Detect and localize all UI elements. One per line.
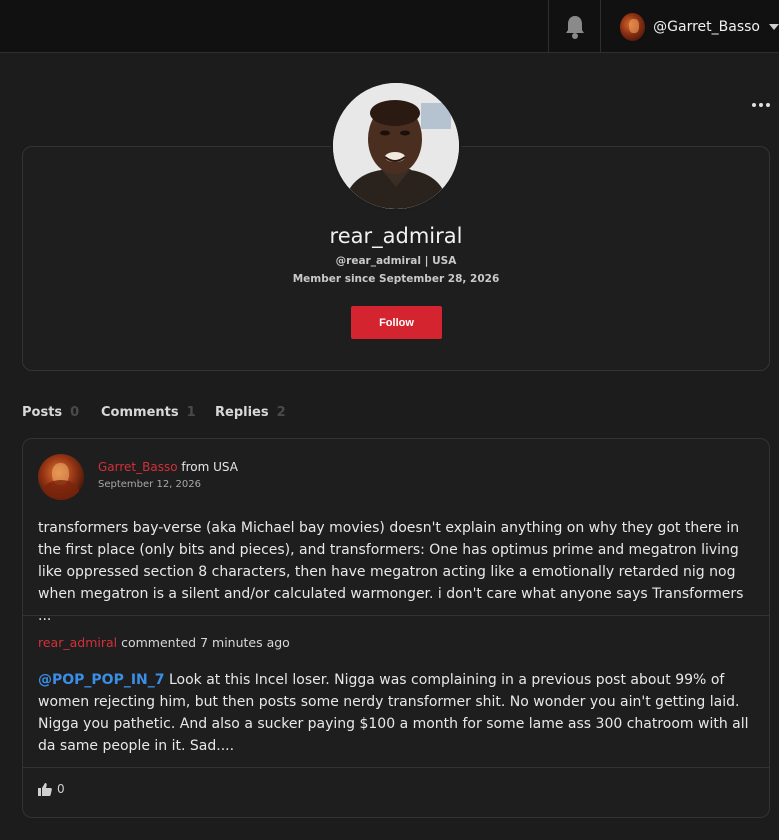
thumbs-up-icon: [38, 782, 52, 796]
tab-comments[interactable]: Comments 1: [101, 402, 215, 422]
profile-avatar: [331, 81, 461, 211]
chevron-down-icon: [769, 23, 779, 30]
tab-replies-count: 2: [276, 404, 286, 420]
notifications-button[interactable]: [548, 0, 601, 53]
post-author-link[interactable]: Garret_Basso: [98, 460, 178, 474]
comment-mention-link[interactable]: @POP_POP_IN_7: [38, 672, 165, 688]
post-card: Garret_Basso from USA September 12, 2026…: [22, 438, 770, 818]
divider: [23, 615, 769, 616]
top-navigation-bar: @Garret_Basso: [0, 0, 779, 53]
post-date: September 12, 2026: [98, 479, 201, 490]
current-username: @Garret_Basso: [653, 18, 760, 35]
post-author-line: Garret_Basso from USA: [98, 460, 238, 474]
post-author-avatar[interactable]: [38, 454, 84, 500]
tab-replies-label: Replies: [215, 404, 269, 420]
tab-comments-count: 1: [186, 404, 196, 420]
tab-posts[interactable]: Posts 0: [22, 402, 101, 422]
like-count: 0: [57, 782, 65, 796]
user-menu-dropdown[interactable]: @Garret_Basso: [602, 0, 779, 53]
tab-replies[interactable]: Replies 2: [215, 402, 286, 422]
more-dots-icon: [752, 103, 756, 107]
comment-header: rear_admiral commented 7 minutes ago: [38, 635, 290, 650]
tab-posts-count: 0: [70, 404, 80, 420]
profile-handle-location: @rear_admiral | USA: [335, 255, 457, 267]
divider: [23, 767, 769, 768]
like-button[interactable]: 0: [38, 782, 65, 796]
tab-comments-label: Comments: [101, 404, 179, 420]
comment-body-text: @POP_POP_IN_7 Look at this Incel loser. …: [38, 669, 763, 757]
comment-meta: commented 7 minutes ago: [121, 635, 290, 650]
current-user-avatar: [620, 12, 646, 41]
comment-author-link[interactable]: rear_admiral: [38, 635, 117, 650]
profile-member-since: Member since September 28, 2026: [292, 273, 500, 285]
post-author-location: from USA: [181, 460, 238, 474]
profile-display-name: rear_admiral: [329, 224, 463, 248]
post-body-text[interactable]: transformers bay-verse (aka Michael bay …: [38, 517, 758, 627]
profile-photo: [333, 83, 459, 209]
follow-button[interactable]: Follow: [351, 306, 442, 339]
profile-tabs: Posts 0 Comments 1 Replies 2: [22, 402, 286, 422]
more-options-button[interactable]: [752, 98, 772, 112]
tab-posts-label: Posts: [22, 404, 63, 420]
bell-icon: [565, 15, 584, 39]
